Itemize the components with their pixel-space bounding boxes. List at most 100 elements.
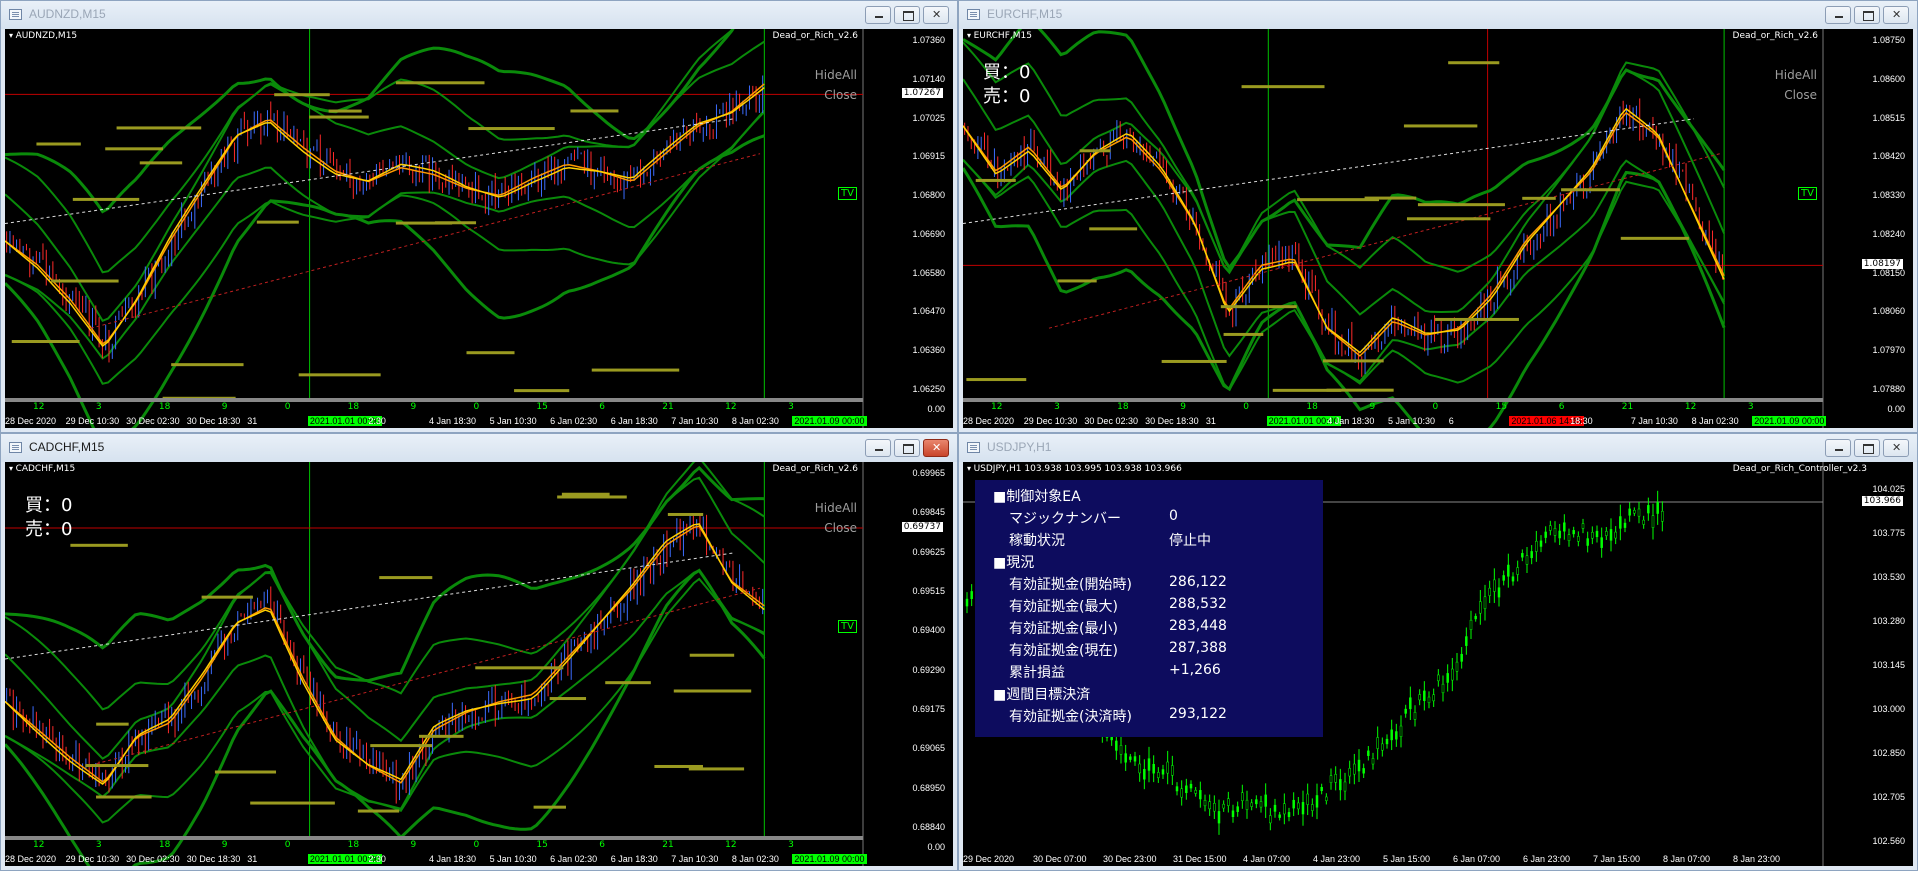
level-marker (561, 492, 610, 496)
price-tick: 103.145 (1872, 660, 1905, 670)
sell-count: 売：0 (25, 519, 73, 540)
bollinger-band (5, 111, 766, 385)
chart-symbol-label: EURCHF,M15 (967, 31, 1032, 41)
tv-button[interactable]: TV (1798, 187, 1817, 200)
title-bar[interactable]: CADCHF,M15 (1, 434, 957, 462)
level-marker (688, 767, 745, 771)
time-tick: 6 Jan 18:30 (610, 416, 658, 426)
candle-body (1399, 725, 1403, 737)
price-tick: 1.07970 (1872, 345, 1905, 356)
candle-body (1656, 501, 1659, 514)
candle-body (1577, 536, 1580, 542)
candle-body (1199, 790, 1202, 800)
tv-button[interactable]: TV (838, 620, 857, 633)
buy-count: 買：0 (983, 62, 1031, 83)
candle-body (1194, 789, 1197, 794)
hour-tick: 3 (95, 402, 102, 412)
hour-tick: 15 (1495, 402, 1508, 412)
hour-row: 12 3 18 9 0 18 9 0 15 6 21 12 3 (5, 402, 863, 414)
cumulative-pnl-label: 累計損益 (1009, 665, 1065, 681)
level-marker (214, 770, 277, 774)
minimize-button[interactable] (1825, 6, 1851, 24)
candle-body (1311, 804, 1314, 811)
window-eurchf[interactable]: EURCHF,M15 EURCHF,M15 Dead_or_Rich_v2.6 … (958, 0, 1918, 433)
window-cadchf[interactable]: CADCHF,M15 CADCHF,M15 Dead_or_Rich_v2.6 … (0, 433, 958, 871)
hour-tick: 0 (284, 840, 291, 850)
maximize-button[interactable] (1854, 6, 1880, 24)
level-marker (36, 142, 81, 146)
candle-body (1115, 740, 1118, 751)
candle-body (1259, 801, 1263, 808)
ea-name-label: Dead_or_Rich_v2.6 (772, 31, 858, 41)
candle-body (1320, 787, 1323, 792)
price-tick: 1.08240 (1872, 228, 1905, 239)
candle-body (1250, 802, 1253, 807)
hideall-button[interactable]: HideAll (815, 65, 857, 85)
price-chart[interactable]: EURCHF,M15 Dead_or_Rich_v2.6 買：0 売：0 Hid… (963, 29, 1913, 428)
hideall-close-controls: HideAll Close (815, 65, 857, 105)
candle-body (1591, 532, 1594, 539)
level-marker (256, 220, 299, 224)
tv-button[interactable]: TV (838, 187, 857, 200)
close-positions-button[interactable]: Close (815, 518, 857, 538)
candle-body (1241, 792, 1244, 802)
current-price-tag: 0.69737 (901, 522, 943, 533)
minimize-button[interactable] (1825, 439, 1851, 457)
hideall-close-controls: HideAll Close (815, 498, 857, 538)
minimize-button[interactable] (865, 439, 891, 457)
price-tick: 0.69400 (912, 625, 945, 636)
minimize-button[interactable] (865, 6, 891, 24)
hideall-button[interactable]: HideAll (815, 498, 857, 518)
price-chart[interactable]: AUDNZD,M15 Dead_or_Rich_v2.6 HideAll Clo… (5, 29, 953, 428)
close-positions-button[interactable]: Close (815, 85, 857, 105)
title-bar[interactable]: AUDNZD,M15 (1, 1, 957, 29)
level-marker (1241, 85, 1325, 89)
level-marker (1057, 279, 1097, 283)
bollinger-band (5, 462, 765, 711)
level-marker (533, 805, 566, 809)
equity-settle-value: 293,122 (1169, 706, 1227, 722)
window-audnzd[interactable]: AUDNZD,M15 AUDNZD,M15 Dead_or_Rich_v2.6 … (0, 0, 958, 433)
price-tick: 103.775 (1872, 528, 1905, 538)
price-chart[interactable]: USDJPY,H1 103.938 103.995 103.938 103.96… (963, 462, 1913, 866)
section-target-ea: ■制御対象EA (993, 489, 1081, 505)
time-tick: 7 Jan 15:00 (1593, 854, 1641, 864)
price-chart[interactable]: CADCHF,M15 Dead_or_Rich_v2.6 買：0 売：0 Hid… (5, 462, 953, 866)
level-marker (70, 543, 128, 547)
close-positions-button[interactable]: Close (1775, 85, 1817, 105)
close-button[interactable] (923, 6, 949, 24)
level-marker (605, 681, 651, 685)
close-button[interactable] (1883, 6, 1909, 24)
hideall-button[interactable]: HideAll (1775, 65, 1817, 85)
price-tick: 0.69625 (912, 546, 945, 557)
maximize-button[interactable] (1854, 439, 1880, 457)
hour-tick: 21 (1621, 402, 1634, 412)
candle-body (1623, 522, 1627, 528)
title-bar[interactable]: USDJPY,H1 (959, 434, 1917, 462)
candle-body (1544, 531, 1547, 538)
time-tick: 8 Jan 02:30 (731, 416, 779, 426)
price-tick: 0.69290 (912, 664, 945, 675)
time-tick: 8 Jan 07:00 (1663, 854, 1711, 864)
candle-body (1479, 601, 1482, 614)
level-marker (475, 666, 564, 670)
title-bar[interactable]: EURCHF,M15 (959, 1, 1917, 29)
time-tick: 5 Jan 10:30 (489, 416, 537, 426)
hour-tick: 6 (599, 840, 606, 850)
price-tick: 1.06690 (912, 228, 945, 239)
maximize-button[interactable] (894, 439, 920, 457)
candle-body (1446, 673, 1449, 683)
maximize-button[interactable] (894, 6, 920, 24)
time-tick: 31 (247, 416, 258, 426)
time-tick: 6 Jan 18:30 (610, 854, 658, 864)
window-usdjpy[interactable]: USDJPY,H1 USDJPY,H1 103.938 103.995 103.… (958, 433, 1918, 871)
price-tick: 1.08330 (1872, 190, 1905, 201)
close-button[interactable] (1883, 439, 1909, 457)
candle-body (1427, 696, 1431, 703)
chart-window-icon (9, 442, 22, 453)
close-button[interactable] (923, 439, 949, 457)
section-current: ■現況 (993, 555, 1035, 571)
status-label: 稼動状況 (1009, 533, 1065, 549)
level-marker (357, 809, 400, 813)
price-tick: 1.07025 (912, 112, 945, 123)
